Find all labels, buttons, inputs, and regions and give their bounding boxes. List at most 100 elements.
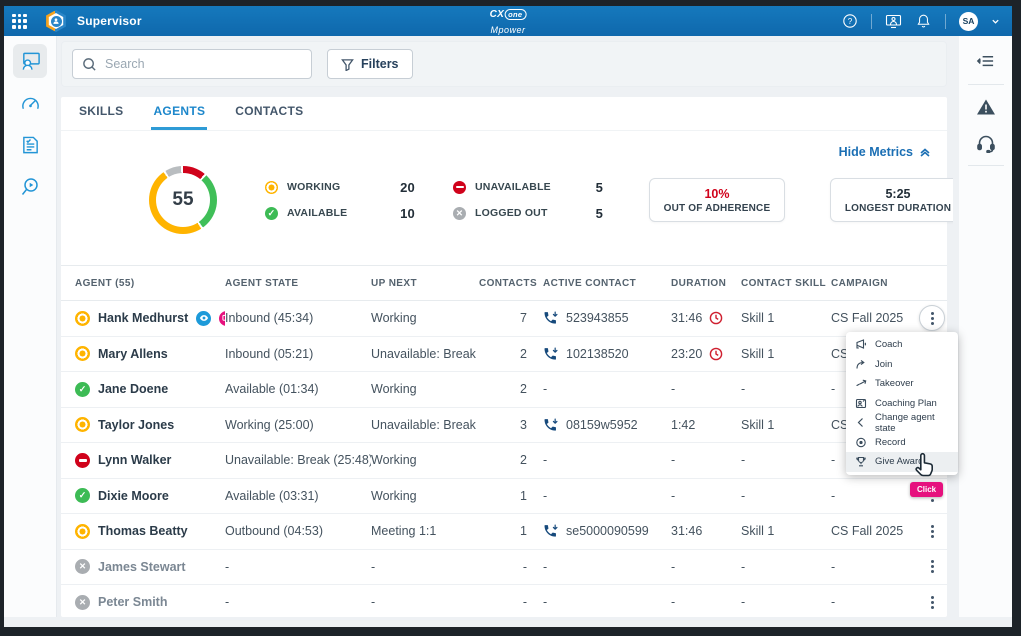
search-play-icon: [20, 177, 40, 197]
tab-skills[interactable]: SKILLS: [77, 104, 125, 130]
col-contacts[interactable]: CONTACTS: [479, 278, 543, 289]
table-row[interactable]: Hank Medhurst Inbound (45:34) Working: [61, 301, 947, 337]
left-navigation-rail: [4, 36, 57, 617]
tab-agents[interactable]: AGENTS: [151, 104, 207, 130]
up-next-cell: Working: [371, 489, 479, 503]
out-of-adherence-value: 10%: [704, 187, 729, 201]
menu-item-join[interactable]: Join: [846, 355, 958, 375]
menu-item-change-agent-state[interactable]: Change agent state: [846, 413, 958, 433]
col-agent-state[interactable]: AGENT STATE: [225, 278, 371, 289]
alerts-button[interactable]: [966, 89, 1006, 125]
collapse-panel-button[interactable]: [966, 44, 1006, 80]
agent-state-cell: Inbound (45:34): [225, 311, 371, 325]
row-actions-menu-button[interactable]: [919, 554, 945, 580]
duration-cell: -: [671, 595, 741, 609]
table-row[interactable]: Thomas Beatty Outbound (04:53) Meeting 1…: [61, 514, 947, 550]
tab-contacts[interactable]: CONTACTS: [233, 104, 305, 130]
topbar-divider: [945, 14, 946, 29]
collapse-panel-icon: [976, 54, 995, 70]
row-actions-menu-button[interactable]: [919, 518, 945, 544]
help-icon[interactable]: ?: [841, 13, 858, 30]
row-actions-menu-button[interactable]: [919, 589, 945, 615]
search-input[interactable]: [105, 57, 302, 71]
gauge-icon: [20, 93, 41, 113]
duration-cell: 31:46: [671, 524, 741, 538]
table-row[interactable]: Lynn Walker Unavailable: Break (25:48) W…: [61, 443, 947, 479]
col-agent[interactable]: AGENT (55): [75, 278, 225, 289]
user-avatar[interactable]: SA: [959, 12, 978, 31]
contacts-cell: 2: [479, 382, 543, 396]
nav-supervisor-item[interactable]: [13, 44, 47, 78]
table-row[interactable]: Mary Allens Inbound (05:21) Unavailable:…: [61, 337, 947, 373]
record-icon: [855, 437, 867, 448]
agent-state-cell: Available (03:31): [225, 489, 371, 503]
duration-cell: -: [671, 560, 741, 574]
app-launcher-icon[interactable]: [12, 14, 27, 29]
up-next-cell: Meeting 1:1: [371, 524, 479, 538]
up-next-cell: Working: [371, 382, 479, 396]
col-contact-skill[interactable]: CONTACT SKILL: [741, 278, 831, 289]
support-screen-icon[interactable]: [885, 13, 902, 30]
duration-cell: 23:20: [671, 347, 741, 361]
search-box[interactable]: [72, 49, 312, 79]
search-filter-toolbar: Filters: [61, 41, 947, 87]
col-duration[interactable]: DURATION: [671, 278, 741, 289]
contacts-cell: -: [479, 595, 543, 609]
agent-state-cell: Available (01:34): [225, 382, 371, 396]
active-contact-cell: -: [543, 489, 671, 503]
working-status-icon: [265, 181, 278, 194]
agent-state-cell: -: [225, 595, 371, 609]
chevron-left-icon: [855, 417, 867, 428]
warning-triangle-icon: [976, 98, 996, 116]
notifications-bell-icon[interactable]: [915, 13, 932, 30]
unavailable-status-icon: [453, 181, 466, 194]
window-frame: Supervisor CXone Mpower ? SA: [0, 0, 1021, 636]
campaign-cell: -: [831, 595, 919, 609]
table-row[interactable]: James Stewart - - -: [61, 550, 947, 586]
menu-item-takeover[interactable]: Takeover: [846, 374, 958, 394]
topbar-divider: [871, 14, 872, 29]
report-document-icon: [21, 135, 40, 155]
nav-dashboard-item[interactable]: [13, 86, 47, 120]
legend-unavailable: UNAVAILABLE5: [453, 175, 603, 199]
inbound-phone-icon: [543, 524, 559, 538]
filter-funnel-icon: [341, 58, 354, 71]
agent-status-icon: [75, 453, 90, 468]
active-contact-cell: -: [543, 453, 671, 467]
row-actions-menu-button[interactable]: [919, 305, 945, 331]
contacts-cell: -: [479, 560, 543, 574]
agent-name: Taylor Jones: [98, 418, 174, 432]
menu-item-coaching-plan[interactable]: Coaching Plan: [846, 394, 958, 414]
join-arrow-icon: [855, 359, 867, 370]
col-campaign[interactable]: CAMPAIGN: [831, 278, 919, 289]
legend-working: WORKING20: [265, 175, 415, 199]
table-row[interactable]: Taylor Jones Working (25:00) Unavailable…: [61, 408, 947, 444]
contact-skill-cell: -: [741, 453, 831, 467]
table-row[interactable]: Jane Doene Available (01:34) Working: [61, 372, 947, 408]
contact-skill-cell: Skill 1: [741, 347, 831, 361]
contact-skill-cell: -: [741, 560, 831, 574]
avatar-chevron-down-icon[interactable]: [991, 17, 1000, 26]
table-row[interactable]: Dixie Moore Available (03:31) Working: [61, 479, 947, 515]
filters-button[interactable]: Filters: [327, 49, 413, 79]
menu-item-coach[interactable]: Coach: [846, 335, 958, 355]
active-contact-cell: 523943855: [543, 311, 671, 325]
table-row[interactable]: Peter Smith - - -: [61, 585, 947, 621]
agent-status-icon: [75, 346, 90, 361]
voice-support-button[interactable]: [966, 125, 1006, 161]
col-up-next[interactable]: UP NEXT: [371, 278, 479, 289]
hide-metrics-link[interactable]: Hide Metrics: [839, 145, 931, 159]
monitoring-eye-icon: [196, 311, 211, 326]
menu-item-give-award[interactable]: Give Award: [846, 452, 958, 472]
up-next-cell: -: [371, 560, 479, 574]
longest-duration-label: LONGEST DURATION: [845, 203, 951, 214]
nav-reports-item[interactable]: [13, 128, 47, 162]
coach-megaphone-icon: [855, 339, 867, 350]
menu-item-record[interactable]: Record: [846, 433, 958, 453]
up-next-cell: Working: [371, 453, 479, 467]
longest-duration-value: 5:25: [885, 187, 910, 201]
agent-state-donut-chart: 55: [149, 166, 217, 234]
duration-cell: -: [671, 453, 741, 467]
col-active-contact[interactable]: ACTIVE CONTACT: [543, 278, 671, 289]
nav-interaction-search-item[interactable]: [13, 170, 47, 204]
